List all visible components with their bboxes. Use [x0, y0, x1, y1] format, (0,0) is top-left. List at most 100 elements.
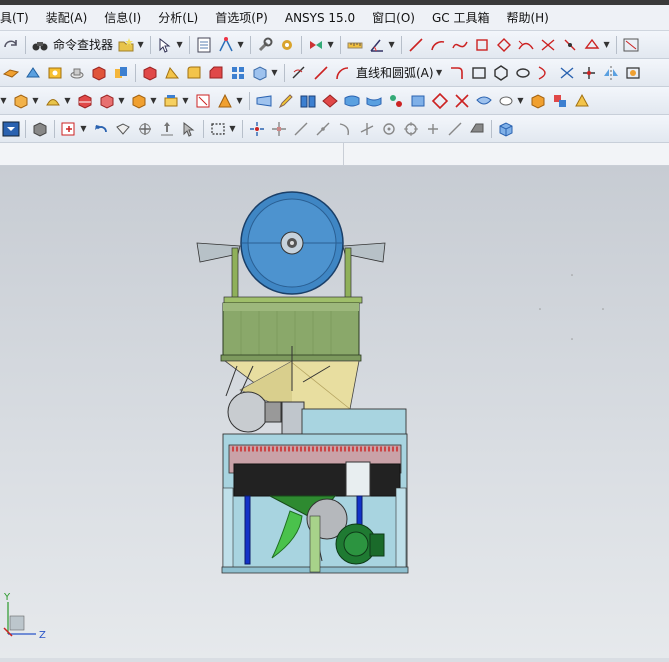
chevron-down-icon[interactable]: ▼ [271, 68, 278, 77]
boss-icon[interactable] [68, 64, 86, 82]
surface-grid-icon[interactable] [255, 92, 273, 110]
menu-information[interactable]: 信息(I) [96, 9, 150, 26]
menu-analysis[interactable]: 分析(L) [150, 9, 207, 26]
command-finder-button[interactable]: 命令查找器 [53, 36, 113, 53]
rectangle-icon[interactable] [470, 64, 488, 82]
through-curves-icon[interactable] [12, 92, 30, 110]
ellipse-icon[interactable] [514, 64, 532, 82]
offset-curve-icon[interactable] [624, 64, 642, 82]
menu-help[interactable]: 帮助(H) [498, 9, 557, 26]
line-snap-icon[interactable] [292, 120, 310, 138]
bridge-icon[interactable] [517, 36, 535, 54]
chevron-down-icon[interactable]: ▼ [80, 124, 87, 133]
trim-body-icon[interactable] [76, 92, 94, 110]
chevron-down-icon[interactable]: ▼ [64, 96, 71, 105]
pencil-icon[interactable] [277, 92, 295, 110]
rotate-icon[interactable] [136, 120, 154, 138]
intersection-icon[interactable] [358, 120, 376, 138]
chevron-down-icon[interactable]: ▼ [182, 96, 189, 105]
studio-spline-icon[interactable] [558, 64, 576, 82]
menu-preferences[interactable]: 首选项(P) [207, 9, 277, 26]
draft-icon[interactable] [163, 64, 181, 82]
graphics-viewport[interactable]: Y Z [0, 166, 669, 658]
surface-red2-icon[interactable] [431, 92, 449, 110]
surface-orange-icon[interactable] [529, 92, 547, 110]
spline-icon[interactable] [451, 36, 469, 54]
sweep-icon[interactable] [44, 92, 62, 110]
menu-gc-toolbox[interactable]: GC 工具箱 [424, 9, 499, 26]
pointer-icon[interactable] [180, 120, 198, 138]
chevron-down-icon[interactable]: ▼ [150, 96, 157, 105]
hole-icon[interactable] [46, 64, 64, 82]
unite-icon[interactable] [112, 64, 130, 82]
promote-icon[interactable] [216, 92, 234, 110]
project-icon[interactable] [583, 36, 601, 54]
divide-icon[interactable] [561, 36, 579, 54]
chevron-down-icon[interactable]: ▼ [237, 40, 244, 49]
surface-blue3-icon[interactable] [409, 92, 427, 110]
chevron-down-icon[interactable]: ▼ [236, 96, 243, 105]
extract-icon[interactable] [194, 92, 212, 110]
csys-icon[interactable] [60, 120, 78, 138]
chevron-down-icon[interactable]: ▼ [388, 40, 395, 49]
chevron-down-icon[interactable]: ▼ [0, 96, 7, 105]
solid-icon[interactable] [251, 64, 269, 82]
point-icon[interactable] [580, 64, 598, 82]
offset-icon[interactable] [495, 36, 513, 54]
surface-white-icon[interactable] [497, 92, 515, 110]
block-icon[interactable] [90, 64, 108, 82]
extrude-icon[interactable] [2, 64, 20, 82]
plus-icon[interactable] [424, 120, 442, 138]
edge-blend-icon[interactable] [185, 64, 203, 82]
gear-icon[interactable] [278, 36, 296, 54]
datum-icon[interactable] [622, 36, 640, 54]
surface-blue2-icon[interactable] [365, 92, 383, 110]
menu-ansys[interactable]: ANSYS 15.0 [277, 11, 364, 25]
arc-icon[interactable] [429, 36, 447, 54]
line-and-arc-button[interactable]: 直线和圆弧(A) [356, 64, 434, 81]
body-icon[interactable] [114, 120, 132, 138]
pan-icon[interactable] [158, 120, 176, 138]
surface-blue4-icon[interactable] [475, 92, 493, 110]
fillet-icon[interactable] [448, 64, 466, 82]
sketch-icon[interactable] [290, 64, 308, 82]
angle-icon[interactable] [368, 36, 386, 54]
conic-icon[interactable] [536, 64, 554, 82]
view-dropdown-icon[interactable] [2, 120, 20, 138]
folder-star-icon[interactable] [117, 36, 135, 54]
split-body-icon[interactable] [98, 92, 116, 110]
shell-icon[interactable] [141, 64, 159, 82]
sew-icon[interactable] [130, 92, 148, 110]
chevron-down-icon[interactable]: ▼ [229, 124, 236, 133]
midpoint-icon[interactable] [314, 120, 332, 138]
menu-window[interactable]: 窗口(O) [364, 9, 424, 26]
diagonal-icon[interactable] [446, 120, 464, 138]
pattern-icon[interactable] [229, 64, 247, 82]
sheet-icon[interactable] [195, 36, 213, 54]
curve-icon[interactable] [473, 36, 491, 54]
chevron-down-icon[interactable]: ▼ [176, 40, 183, 49]
menu-assembly[interactable]: 装配(A) [38, 9, 97, 26]
select-filter-icon[interactable] [156, 36, 174, 54]
quadrant-icon[interactable] [402, 120, 420, 138]
snap-icon[interactable] [217, 36, 235, 54]
chevron-down-icon[interactable]: ▼ [118, 96, 125, 105]
mirror-icon[interactable] [602, 64, 620, 82]
line-icon[interactable] [407, 36, 425, 54]
assembly-icon[interactable] [307, 36, 325, 54]
surface-red-icon[interactable] [321, 92, 339, 110]
chevron-down-icon[interactable]: ▼ [137, 40, 144, 49]
binoculars-icon[interactable] [31, 36, 49, 54]
surface-yellow-icon[interactable] [573, 92, 591, 110]
solid-body-icon[interactable] [497, 120, 515, 138]
book-icon[interactable] [299, 92, 317, 110]
arc-snap-icon[interactable] [336, 120, 354, 138]
chevron-down-icon[interactable]: ▼ [436, 68, 443, 77]
move-icon[interactable] [270, 120, 288, 138]
chevron-down-icon[interactable]: ▼ [327, 40, 334, 49]
snap-point-icon[interactable] [248, 120, 266, 138]
menu-tools[interactable]: 具(T) [0, 9, 38, 26]
redo-icon[interactable] [2, 36, 20, 54]
chamfer-icon[interactable] [207, 64, 225, 82]
arc-icon[interactable] [334, 64, 352, 82]
